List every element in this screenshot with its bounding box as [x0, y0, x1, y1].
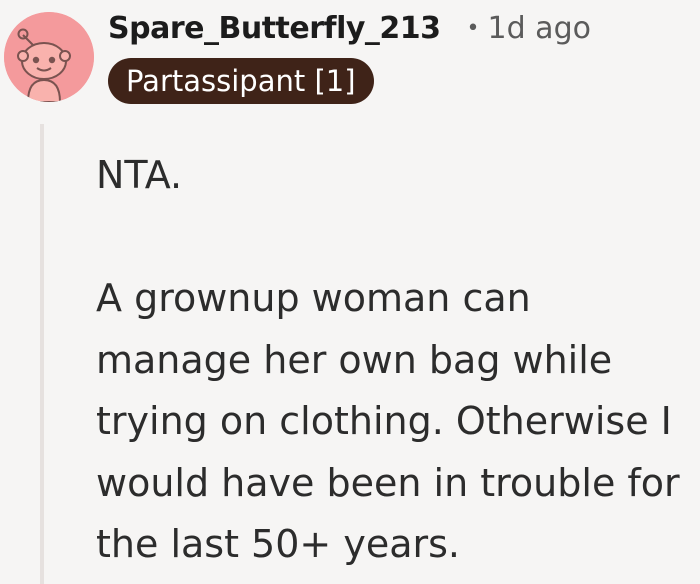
author-username[interactable]: Spare_Butterfly_213: [108, 11, 441, 46]
user-flair-badge: Partassipant [1]: [108, 58, 374, 104]
comment-body: NTA. A grownup woman can manage her own …: [96, 145, 696, 576]
comment-header: Spare_Butterfly_213 • 1d ago: [108, 8, 591, 48]
timestamp[interactable]: 1d ago: [488, 11, 591, 46]
comment-paragraph: NTA.: [96, 153, 183, 197]
avatar[interactable]: [4, 12, 94, 102]
reddit-snoo-avatar-icon: [4, 12, 94, 102]
comment: Spare_Butterfly_213 • 1d ago Partassipan…: [0, 0, 700, 584]
comment-paragraph: A grownup woman can manage her own bag w…: [96, 276, 680, 566]
meta-separator: •: [466, 15, 480, 41]
thread-collapse-line[interactable]: [40, 124, 44, 584]
